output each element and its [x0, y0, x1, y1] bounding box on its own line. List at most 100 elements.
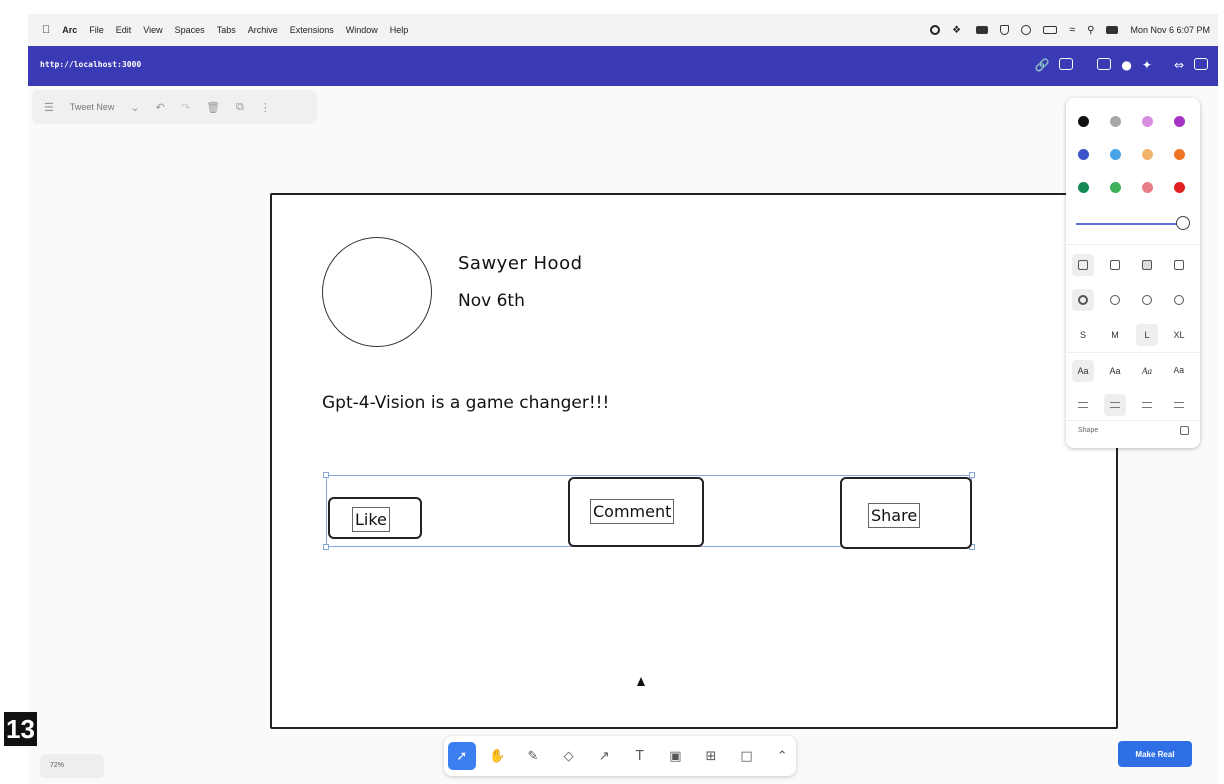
align-center-option[interactable]: [1104, 394, 1126, 416]
sidebar-toggle-icon[interactable]: [1194, 58, 1208, 70]
resize-handle[interactable]: [969, 472, 975, 478]
canvas-area[interactable]: ☰ Tweet New ⌄ ↶ ↷ 🗑 ⧉ ⋮ Sawyer Hood Nov …: [28, 86, 1218, 784]
menu-icon[interactable]: ☰: [44, 101, 54, 114]
menu-spaces[interactable]: Spaces: [175, 25, 205, 35]
camera-icon[interactable]: [1059, 58, 1074, 70]
search-icon[interactable]: ⚲: [1087, 25, 1094, 36]
tweet-text[interactable]: Gpt-4-Vision is a game changer!!!: [322, 393, 609, 413]
window-icon[interactable]: [1097, 58, 1112, 70]
font-mono-option[interactable]: Aa: [1168, 360, 1190, 382]
fill-pattern-option[interactable]: [1168, 254, 1190, 276]
more-icon[interactable]: ⋮: [260, 101, 271, 114]
font-draw-option[interactable]: Aa: [1072, 360, 1094, 382]
color-swatch[interactable]: [1110, 149, 1121, 160]
undo-icon[interactable]: ↶: [156, 101, 165, 114]
play-icon[interactable]: [1021, 25, 1032, 35]
comment-label: Comment: [590, 499, 675, 524]
dash-dashed-option[interactable]: [1104, 289, 1126, 311]
color-swatch[interactable]: [1110, 116, 1121, 127]
color-swatch[interactable]: [1110, 182, 1121, 193]
menu-view[interactable]: View: [143, 25, 162, 35]
trash-icon[interactable]: 🗑: [206, 101, 220, 114]
draw-tool[interactable]: ✎: [519, 742, 547, 770]
comment-button[interactable]: Comment: [568, 477, 704, 547]
color-swatch[interactable]: [1142, 116, 1153, 127]
menu-bar:  Arc File Edit View Spaces Tabs Archive…: [28, 14, 1218, 46]
dash-solid-icon: [1174, 295, 1184, 305]
extension-icon[interactable]: ✦: [1142, 58, 1152, 72]
menu-archive[interactable]: Archive: [248, 25, 278, 35]
arrow-icon: ↗: [598, 748, 610, 764]
dash-draw-option[interactable]: [1072, 289, 1094, 311]
menu-edit[interactable]: Edit: [116, 25, 132, 35]
color-swatch[interactable]: [1078, 182, 1089, 193]
menu-datetime[interactable]: Mon Nov 6 6:07 PM: [1130, 25, 1210, 35]
dash-dotted-option[interactable]: [1136, 289, 1158, 311]
tweet-frame[interactable]: Sawyer Hood Nov 6th Gpt-4-Vision is a ga…: [270, 193, 1118, 729]
color-swatch[interactable]: [1078, 116, 1089, 127]
author-name[interactable]: Sawyer Hood: [458, 253, 583, 274]
opacity-slider-knob[interactable]: [1176, 216, 1190, 230]
resize-handle[interactable]: [323, 544, 329, 550]
share-button[interactable]: Share: [840, 477, 972, 549]
align-middle-option[interactable]: [1168, 394, 1190, 416]
note-tool[interactable]: ▣: [662, 742, 690, 770]
make-real-button[interactable]: Make Real: [1118, 741, 1192, 767]
status-circle-icon[interactable]: [930, 25, 941, 35]
color-swatch[interactable]: [1142, 149, 1153, 160]
menu-extensions[interactable]: Extensions: [290, 25, 334, 35]
color-swatch[interactable]: [1174, 149, 1185, 160]
font-serif-option[interactable]: Aa: [1136, 360, 1158, 382]
media-tool[interactable]: ⊞: [697, 742, 725, 770]
menu-tabs[interactable]: Tabs: [217, 25, 236, 35]
like-button[interactable]: Like: [328, 497, 422, 539]
text-tool[interactable]: T: [626, 742, 654, 770]
color-swatch[interactable]: [1078, 149, 1089, 160]
chevron-down-icon[interactable]: ⌄: [130, 101, 139, 114]
resize-handle[interactable]: [323, 472, 329, 478]
menu-help[interactable]: Help: [390, 25, 409, 35]
hand-tool[interactable]: ✋: [484, 742, 512, 770]
dropbox-icon[interactable]: ❖: [952, 25, 964, 36]
shape-checkbox[interactable]: [1180, 426, 1189, 435]
color-swatch[interactable]: [1174, 116, 1185, 127]
color-swatch[interactable]: [1174, 182, 1185, 193]
duplicate-icon[interactable]: ⧉: [236, 101, 244, 114]
menu-app[interactable]: Arc: [62, 25, 77, 35]
tweet-date[interactable]: Nov 6th: [458, 291, 525, 311]
dash-solid-option[interactable]: [1168, 289, 1190, 311]
more-tools-button[interactable]: ⌃: [768, 742, 796, 770]
menu-file[interactable]: File: [89, 25, 104, 35]
color-swatch[interactable]: [1142, 182, 1153, 193]
avatar[interactable]: [322, 237, 432, 347]
size-s-option[interactable]: S: [1072, 324, 1094, 346]
size-m-option[interactable]: M: [1104, 324, 1126, 346]
shield-icon[interactable]: [1000, 25, 1010, 35]
globe-icon[interactable]: ●: [1121, 58, 1131, 72]
align-left-option[interactable]: [1072, 394, 1094, 416]
arrow-tool[interactable]: ↗: [590, 742, 618, 770]
opacity-slider[interactable]: [1076, 223, 1180, 225]
wifi-icon[interactable]: ≈: [1069, 24, 1075, 36]
zoom-level[interactable]: 72%: [40, 754, 104, 778]
redo-icon[interactable]: ↷: [181, 101, 190, 114]
url-field[interactable]: http://localhost:3000: [40, 60, 141, 69]
page-name[interactable]: Tweet New: [70, 102, 115, 112]
select-tool[interactable]: ➚: [448, 742, 476, 770]
menu-window[interactable]: Window: [346, 25, 378, 35]
fill-none-option[interactable]: [1072, 254, 1094, 276]
fill-solid-option[interactable]: [1136, 254, 1158, 276]
battery-icon[interactable]: [1043, 26, 1058, 34]
size-l-option[interactable]: L: [1136, 324, 1158, 346]
size-xl-option[interactable]: XL: [1168, 324, 1190, 346]
rectangle-tool[interactable]: □: [733, 742, 761, 770]
control-center-icon[interactable]: [1106, 26, 1119, 34]
apple-icon[interactable]: : [42, 24, 50, 36]
split-view-icon[interactable]: ⇔: [1174, 58, 1184, 72]
font-sans-option[interactable]: Aa: [1104, 360, 1126, 382]
fill-semi-option[interactable]: [1104, 254, 1126, 276]
align-right-option[interactable]: [1136, 394, 1158, 416]
link-icon[interactable]: 🔗: [1034, 58, 1049, 72]
eraser-tool[interactable]: ◇: [555, 742, 583, 770]
mail-icon[interactable]: [976, 26, 989, 34]
